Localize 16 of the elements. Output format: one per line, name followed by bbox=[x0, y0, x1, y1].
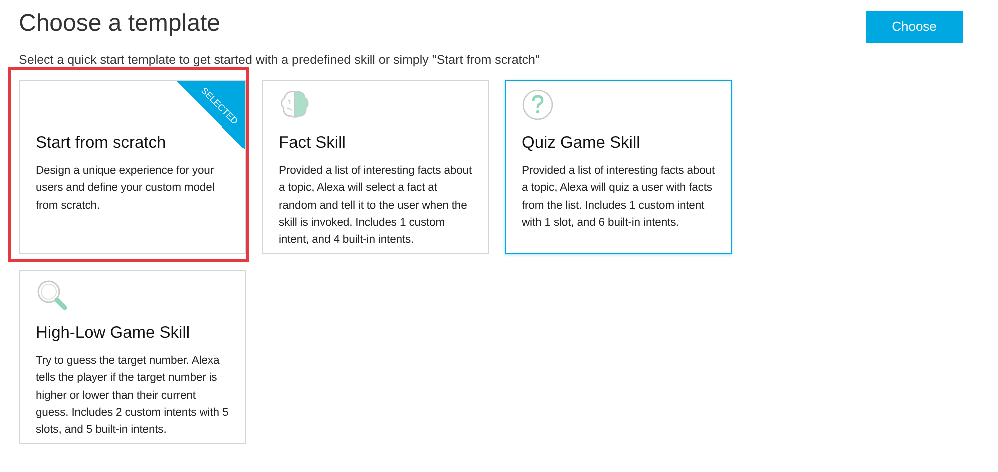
instructions-text: Select a quick start template to get started with a predefined skill or simply "Start from scratch" bbox=[19, 53, 541, 67]
template-title: Quiz Game Skill bbox=[522, 134, 642, 153]
template-card[interactable]: Quiz Game Skill Provided a list of interesting facts about a topic, Alexa will quiz a user with facts from the list. Includes 1 custom intent with 1 slot, and 6 built-in intents. bbox=[505, 80, 732, 254]
template-description: Design a unique experience for your users and define your custom model from scratch. bbox=[36, 164, 216, 214]
template-description: Try to guess the target number. Alexa tells the player if the target number is higher or lower than their current guess. Includes 2 custom intents with 5 slots, and 5 built-in intents. bbox=[36, 354, 229, 438]
template-card[interactable]: Fact Skill Provided a list of interesting facts about a topic, Alexa will select a fact at random and tell it to the user when the skill is invoked. Includes 1 custom intent, and 4 built-in intents. bbox=[262, 80, 489, 254]
brain-icon bbox=[279, 89, 311, 121]
search-icon bbox=[36, 279, 68, 311]
template-description: Provided a list of interesting facts about a topic, Alexa will select a fact at random and tell it to the user when the skill is invoked. Includes 1 custom intent, and 4 built-in intents. bbox=[279, 164, 472, 248]
template-title: High-Low Game Skill bbox=[36, 324, 192, 343]
template-title: Start from scratch bbox=[36, 134, 168, 153]
question-icon bbox=[522, 89, 554, 121]
page-title: Choose a template bbox=[19, 10, 220, 38]
template-description: Provided a list of interesting facts about a topic, Alexa will quiz a user with facts from the list. Includes 1 custom intent with 1 slot, and 6 built-in intents. bbox=[522, 164, 715, 231]
template-title: Fact Skill bbox=[279, 134, 347, 153]
template-card[interactable] bbox=[19, 270, 246, 444]
